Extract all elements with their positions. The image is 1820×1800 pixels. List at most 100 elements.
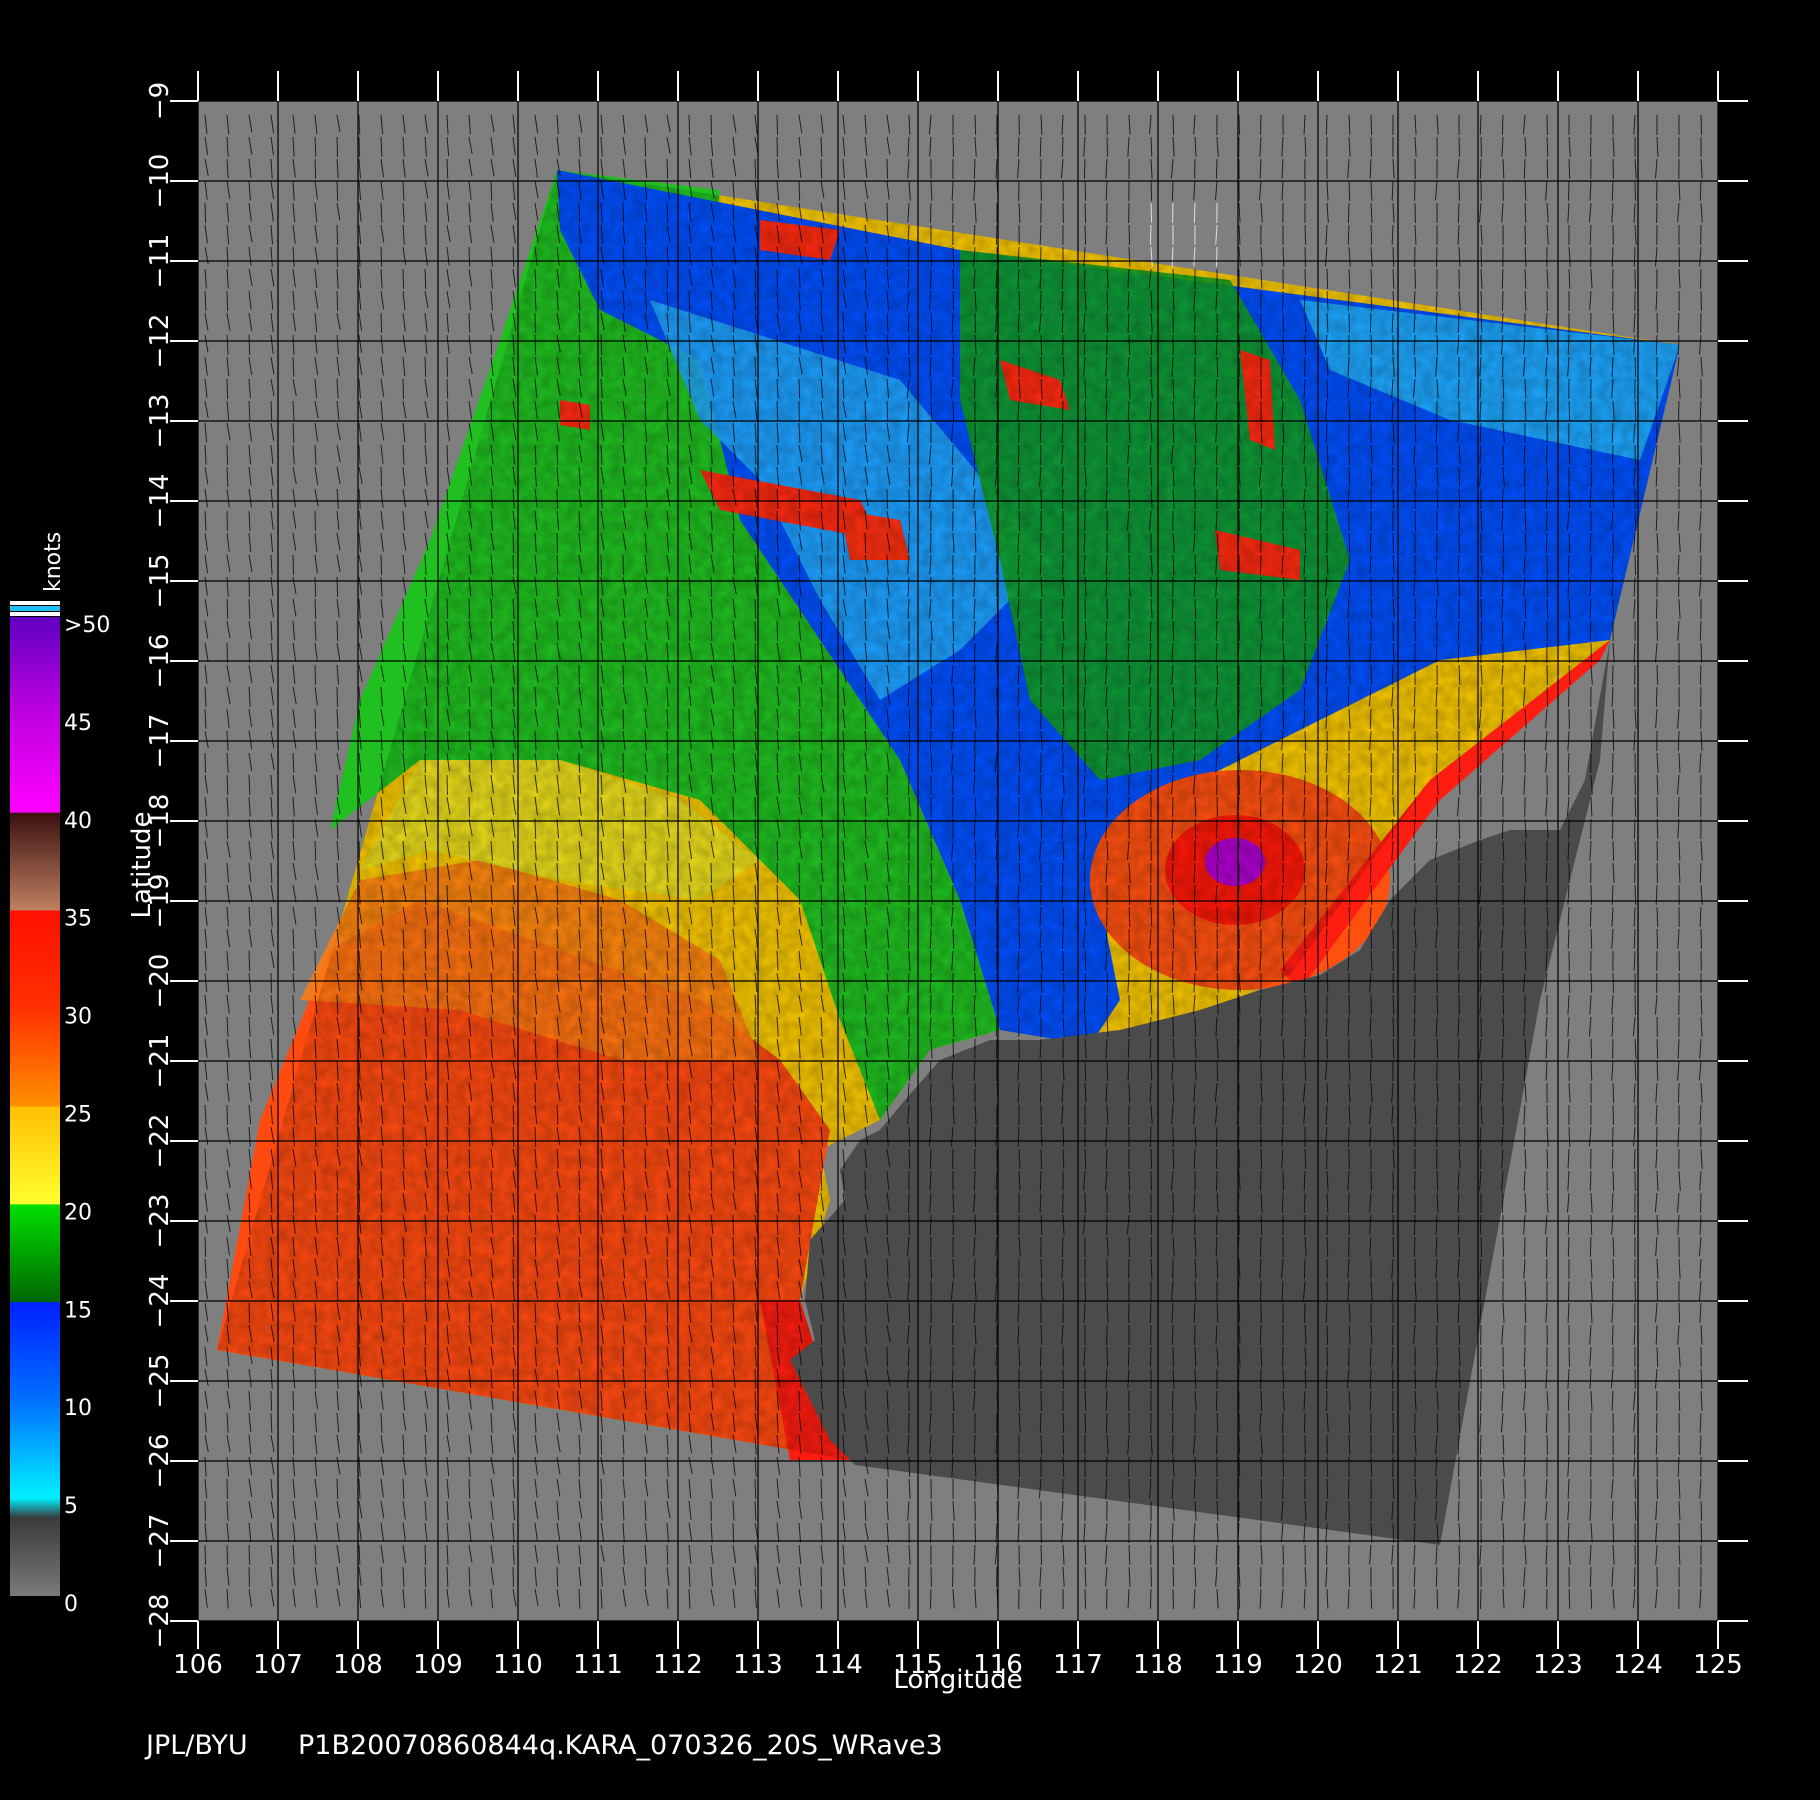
wind-barb [1501,1082,1504,1103]
wind-barb [1392,1016,1395,1037]
wind-barb [336,576,339,597]
wind-barb [666,1302,669,1323]
colorbar-label: 15 [64,1298,92,1323]
wind-barb [600,972,603,993]
colorbar-top-stripe-cyan [10,606,60,611]
wind-barb [952,1038,955,1059]
wind-barb [1656,1280,1659,1301]
wind-barb [1194,620,1197,641]
wind-barb [380,246,383,267]
wind-barb [1040,1258,1043,1279]
wind-barb [1215,1148,1218,1169]
lat-tick-label: −24 [145,1274,175,1329]
wind-barb [1435,1104,1438,1125]
wind-barb [1347,1478,1350,1499]
wind-barb [1458,1544,1461,1565]
wind-barb [798,378,801,399]
wind-barb [600,554,603,575]
wind-barb [1479,422,1482,443]
wind-barb [886,774,889,795]
wind-barb [1215,598,1218,619]
wind-barb [929,1214,932,1235]
wind-barb [732,466,735,487]
wind-barb [1501,818,1504,839]
wind-barb [1238,620,1241,641]
wind-barb [424,1544,427,1565]
wind-barb [754,598,757,619]
wind-barb [1568,532,1571,553]
wind-barb [1699,664,1702,685]
wind-barb [1370,1588,1373,1609]
wind-barb [336,1192,339,1213]
wind-barb [336,136,339,157]
wind-barb [1369,708,1372,729]
wind-barb [1633,818,1636,839]
wind-barb [1149,884,1152,905]
wind-barb [1281,1192,1284,1213]
colorbar-label: >50 [64,613,110,638]
lat-tick-label: −27 [145,1514,175,1569]
wind-barb [1391,818,1394,839]
wind-barb [1150,334,1153,355]
wind-barb [1612,1082,1615,1103]
wind-barb [710,400,713,421]
lon-tick-label: 117 [1053,1650,1103,1680]
wind-barb [1502,1236,1505,1257]
wind-barb [1501,114,1504,135]
wind-barb [1589,334,1592,355]
wind-barb [1501,620,1504,641]
wind-barb [754,642,757,663]
lon-tick-label: 109 [413,1650,463,1680]
wind-barb [908,1456,911,1477]
wind-barb [424,1280,427,1301]
wind-barb [907,928,910,949]
wind-barb [358,1258,361,1279]
wind-barb [270,400,273,421]
wind-barb [732,862,735,883]
wind-barb [1215,444,1218,465]
wind-barb [1633,1566,1636,1587]
wind-barb [1348,180,1351,201]
wind-barb [314,708,317,729]
wind-barb [995,224,998,245]
wind-barb [1634,554,1637,575]
wind-barb [1457,928,1460,949]
wind-barb [1260,1148,1263,1169]
wind-barb [534,1016,537,1037]
wind-barb [1171,1390,1174,1411]
wind-barb [1656,928,1659,949]
wind-barb [1655,598,1658,619]
wind-barb [1458,1060,1461,1081]
wind-barb [907,246,910,267]
wind-barb [1040,1434,1043,1455]
wind-barb [1215,466,1218,487]
wind-barb [1678,1522,1681,1543]
wind-barb [1523,158,1526,179]
wind-barb [1677,796,1680,817]
wind-barb [1370,114,1373,135]
wind-barb [1106,290,1109,311]
wind-barb [1655,334,1658,355]
wind-barb [1215,1126,1218,1147]
wind-barb [292,994,295,1015]
wind-barb [1347,1192,1350,1213]
wind-barb [798,862,801,883]
wind-barb [886,400,889,421]
wind-barb [1590,444,1593,465]
wind-barb [1149,1588,1152,1609]
wind-barb [226,1104,229,1125]
wind-barb [1480,1236,1483,1257]
wind-barb [1149,1456,1152,1477]
wind-barb [688,928,691,949]
wind-barb [1479,158,1482,179]
wind-barb [1436,1170,1439,1191]
wind-barb [622,554,625,575]
wind-barb [1282,422,1285,443]
wind-barb [1172,1082,1175,1103]
wind-barb [1502,378,1505,399]
wind-barb [1193,884,1196,905]
wind-barb [974,1522,977,1543]
wind-barb [490,686,493,707]
wind-barb [1171,180,1174,201]
wind-barb [446,1126,449,1147]
